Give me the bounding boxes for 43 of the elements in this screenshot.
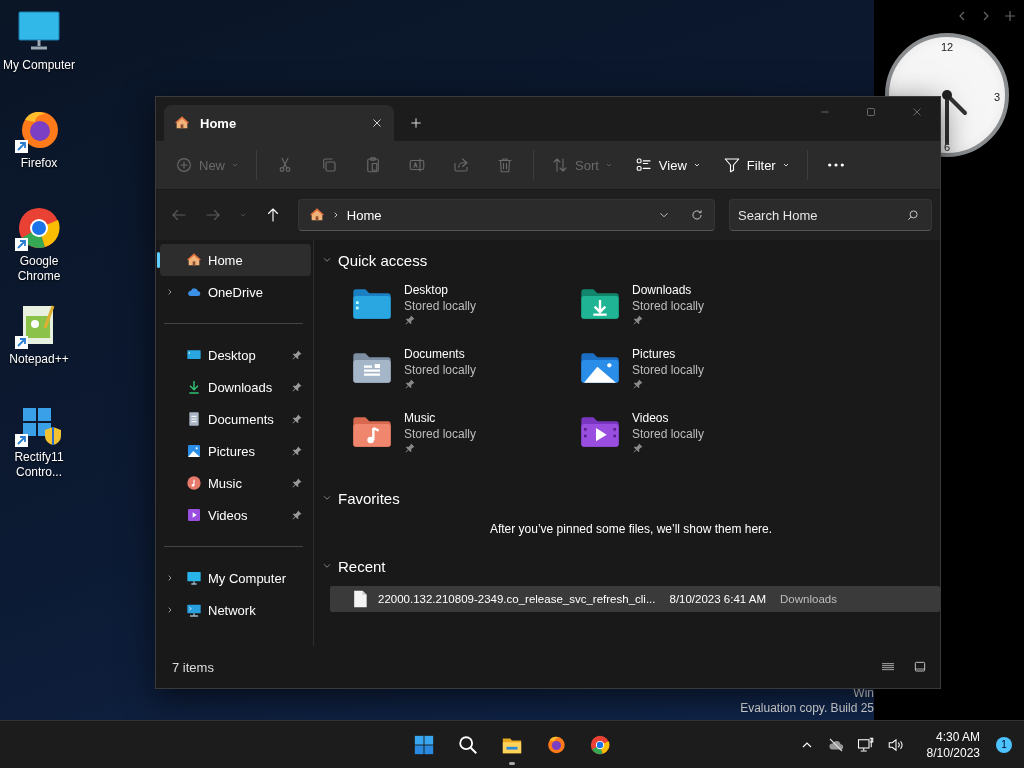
quick-access-item[interactable]: Downloads Stored locally bbox=[578, 282, 806, 346]
notification-badge[interactable]: 1 bbox=[996, 736, 1012, 753]
sidebar-item[interactable]: Videos bbox=[160, 499, 311, 531]
sidebar-item[interactable]: Downloads bbox=[160, 371, 311, 403]
clock-numeral: 3 bbox=[993, 91, 1001, 103]
quick-access-item[interactable]: Pictures Stored locally bbox=[578, 346, 806, 410]
quick-access-item[interactable]: Documents Stored locally bbox=[350, 346, 578, 410]
search-field[interactable]: Search Home bbox=[729, 199, 932, 231]
clock-time: 4:30 AM bbox=[935, 728, 980, 745]
section-header[interactable]: Quick access bbox=[322, 244, 428, 276]
sidebar-item[interactable]: Pictures bbox=[160, 435, 311, 467]
home-tab[interactable]: Home bbox=[164, 105, 394, 141]
clock-numeral: 12 bbox=[940, 41, 954, 53]
quick-access-item[interactable]: Music Stored locally bbox=[350, 410, 578, 474]
sidebar-item[interactable]: Home bbox=[160, 244, 311, 276]
file-name: 22000.132.210809-2349.co_release_svc_refresh_cli... bbox=[378, 593, 656, 605]
desktop-icon-label[interactable]: Notepad++ bbox=[9, 352, 69, 367]
breadcrumb-item[interactable]: Home bbox=[346, 207, 382, 223]
quick-access-item[interactable]: Videos Stored locally bbox=[578, 410, 806, 474]
desktop-icon-label[interactable]: Google Chrome bbox=[0, 254, 78, 284]
desktop-icon-label[interactable]: My Computer bbox=[3, 58, 75, 73]
item-count: 7 items bbox=[172, 659, 214, 675]
recent-file-row[interactable]: 22000.132.210809-2349.co_release_svc_refresh_cli... 8/10/2023 6:41 AM Downloads bbox=[330, 586, 940, 612]
file-location: Downloads bbox=[780, 593, 837, 605]
address-bar[interactable]: Home bbox=[297, 199, 715, 231]
desktop-icon-label[interactable]: Firefox bbox=[20, 156, 58, 171]
sidebar-item[interactable]: Documents bbox=[160, 403, 311, 435]
sidebar-item[interactable]: Music bbox=[160, 467, 311, 499]
desktop-icon-label[interactable]: Rectify11 Contro... bbox=[0, 450, 78, 480]
section-header[interactable]: Recent bbox=[322, 550, 386, 582]
sidebar-item[interactable]: OneDrive bbox=[160, 276, 311, 308]
date-time[interactable]: 4:30 AM 8/10/2023 bbox=[926, 728, 980, 761]
quick-access-item[interactable]: Desktop Stored locally bbox=[350, 282, 578, 346]
sidebar-item[interactable]: Desktop bbox=[160, 339, 311, 371]
view-button[interactable]: View bbox=[625, 148, 710, 182]
empty-message: After you’ve pinned some files, we’ll show them here. bbox=[488, 521, 774, 538]
clock-date: 8/10/2023 bbox=[926, 744, 980, 761]
watermark-text: Evaluation copy. Build 25 bbox=[740, 701, 874, 716]
sidebar-item[interactable]: My Computer bbox=[160, 562, 311, 594]
filter-button[interactable]: Filter bbox=[713, 148, 799, 182]
file-date: 8/10/2023 6:41 AM bbox=[669, 593, 767, 605]
section-header[interactable]: Favorites bbox=[322, 482, 400, 514]
sidebar-item[interactable]: Network bbox=[160, 594, 311, 626]
